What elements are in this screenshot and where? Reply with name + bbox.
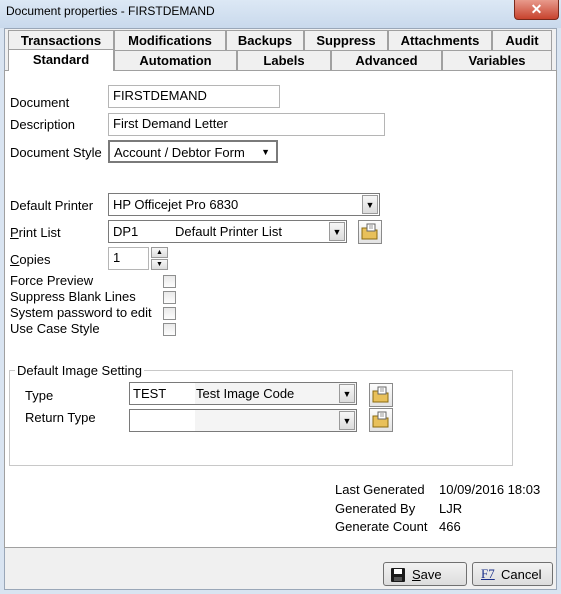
use-case-style-label: Use Case Style [10,321,100,336]
default-image-setting-legend: Default Image Setting [15,363,145,378]
close-button[interactable]: ✕ [514,0,559,20]
chevron-down-icon: ▼ [261,147,270,157]
f7-key-icon: F7 [481,566,495,581]
tab-automation[interactable]: Automation [114,50,237,70]
suppress-blank-lines-label: Suppress Blank Lines [10,289,136,304]
floppy-disk-icon [391,568,405,582]
print-list-lookup-button[interactable] [358,220,382,244]
copies-field[interactable]: 1 [108,247,149,270]
document-style-select[interactable]: Account / Debtor Form ▼ [108,140,278,163]
generated-by-label: Generated By [335,501,416,516]
last-generated-value: 10/09/2016 18:03 [439,482,541,497]
image-type-code: TEST [130,383,195,404]
save-label: Save [412,567,442,582]
document-style-value: Account / Debtor Form [114,145,245,160]
title-bar: Document properties - FIRSTDEMAND ✕ [0,0,561,28]
copies-stepper[interactable]: ▲ ▼ [151,247,168,270]
image-type-name: Test Image Code [196,386,295,401]
document-field[interactable]: FIRSTDEMAND [108,85,280,108]
save-button[interactable]: Save [383,562,467,586]
document-label: Document [10,95,70,110]
return-type-lookup-button[interactable] [369,408,393,432]
description-field[interactable]: First Demand Letter [108,113,385,136]
force-preview-label: Force Preview [10,273,94,288]
tab-advanced[interactable]: Advanced [331,50,442,70]
window-title: Document properties - FIRSTDEMAND [6,4,215,18]
print-list-code: DP1 [113,224,139,239]
chevron-down-icon[interactable]: ▼ [362,195,378,214]
copies-label: Copies [10,252,51,267]
return-type-select[interactable]: ▼ [129,409,357,432]
generate-count-label: Generate Count [335,519,428,534]
tab-backups[interactable]: Backups [226,30,304,50]
return-type-label: Return Type [25,410,96,425]
cancel-button[interactable]: F7 Cancel [472,562,553,586]
last-generated-label: Last Generated [335,482,425,497]
tab-labels[interactable]: Labels [237,50,331,70]
tab-transactions[interactable]: Transactions [8,30,114,50]
description-label: Description [10,117,76,132]
generate-count-value: 466 [439,519,461,534]
tab-modifications[interactable]: Modifications [114,30,226,50]
triangle-up-icon[interactable]: ▲ [151,247,168,258]
tab-suppress[interactable]: Suppress [304,30,388,50]
tab-attachments[interactable]: Attachments [388,30,492,50]
default-printer-value: HP Officejet Pro 6830 [113,197,239,212]
system-password-label: System password to edit [10,305,152,320]
chevron-down-icon[interactable]: ▼ [329,222,345,241]
image-type-select[interactable]: TEST Test Image Code ▼ [129,382,357,405]
triangle-down-icon[interactable]: ▼ [151,259,168,270]
suppress-blank-lines-checkbox[interactable] [163,291,176,304]
type-label: Type [25,388,54,403]
return-type-code [130,410,195,431]
default-printer-label: Default Printer [10,198,94,213]
tab-audit[interactable]: Audit [492,30,552,50]
chevron-down-icon[interactable]: ▼ [339,384,355,403]
print-list-label: Print List [10,225,61,240]
tab-standard[interactable]: Standard [8,49,114,71]
use-case-style-checkbox[interactable] [163,323,176,336]
close-icon: ✕ [530,1,543,17]
tab-variables[interactable]: Variables [442,50,552,70]
folder-lookup-icon [361,223,378,240]
document-style-label: Document Style [10,145,102,160]
print-list-name: Default Printer List [175,224,282,239]
folder-lookup-icon [372,386,389,403]
print-list-select[interactable]: DP1 Default Printer List ▼ [108,220,347,243]
default-printer-select[interactable]: HP Officejet Pro 6830 ▼ [108,193,380,216]
cancel-label: Cancel [501,567,542,582]
image-type-lookup-button[interactable] [369,383,393,407]
system-password-checkbox[interactable] [163,307,176,320]
folder-lookup-icon [372,411,389,428]
generated-by-value: LJR [439,501,463,516]
force-preview-checkbox[interactable] [163,275,176,288]
chevron-down-icon[interactable]: ▼ [339,411,355,430]
